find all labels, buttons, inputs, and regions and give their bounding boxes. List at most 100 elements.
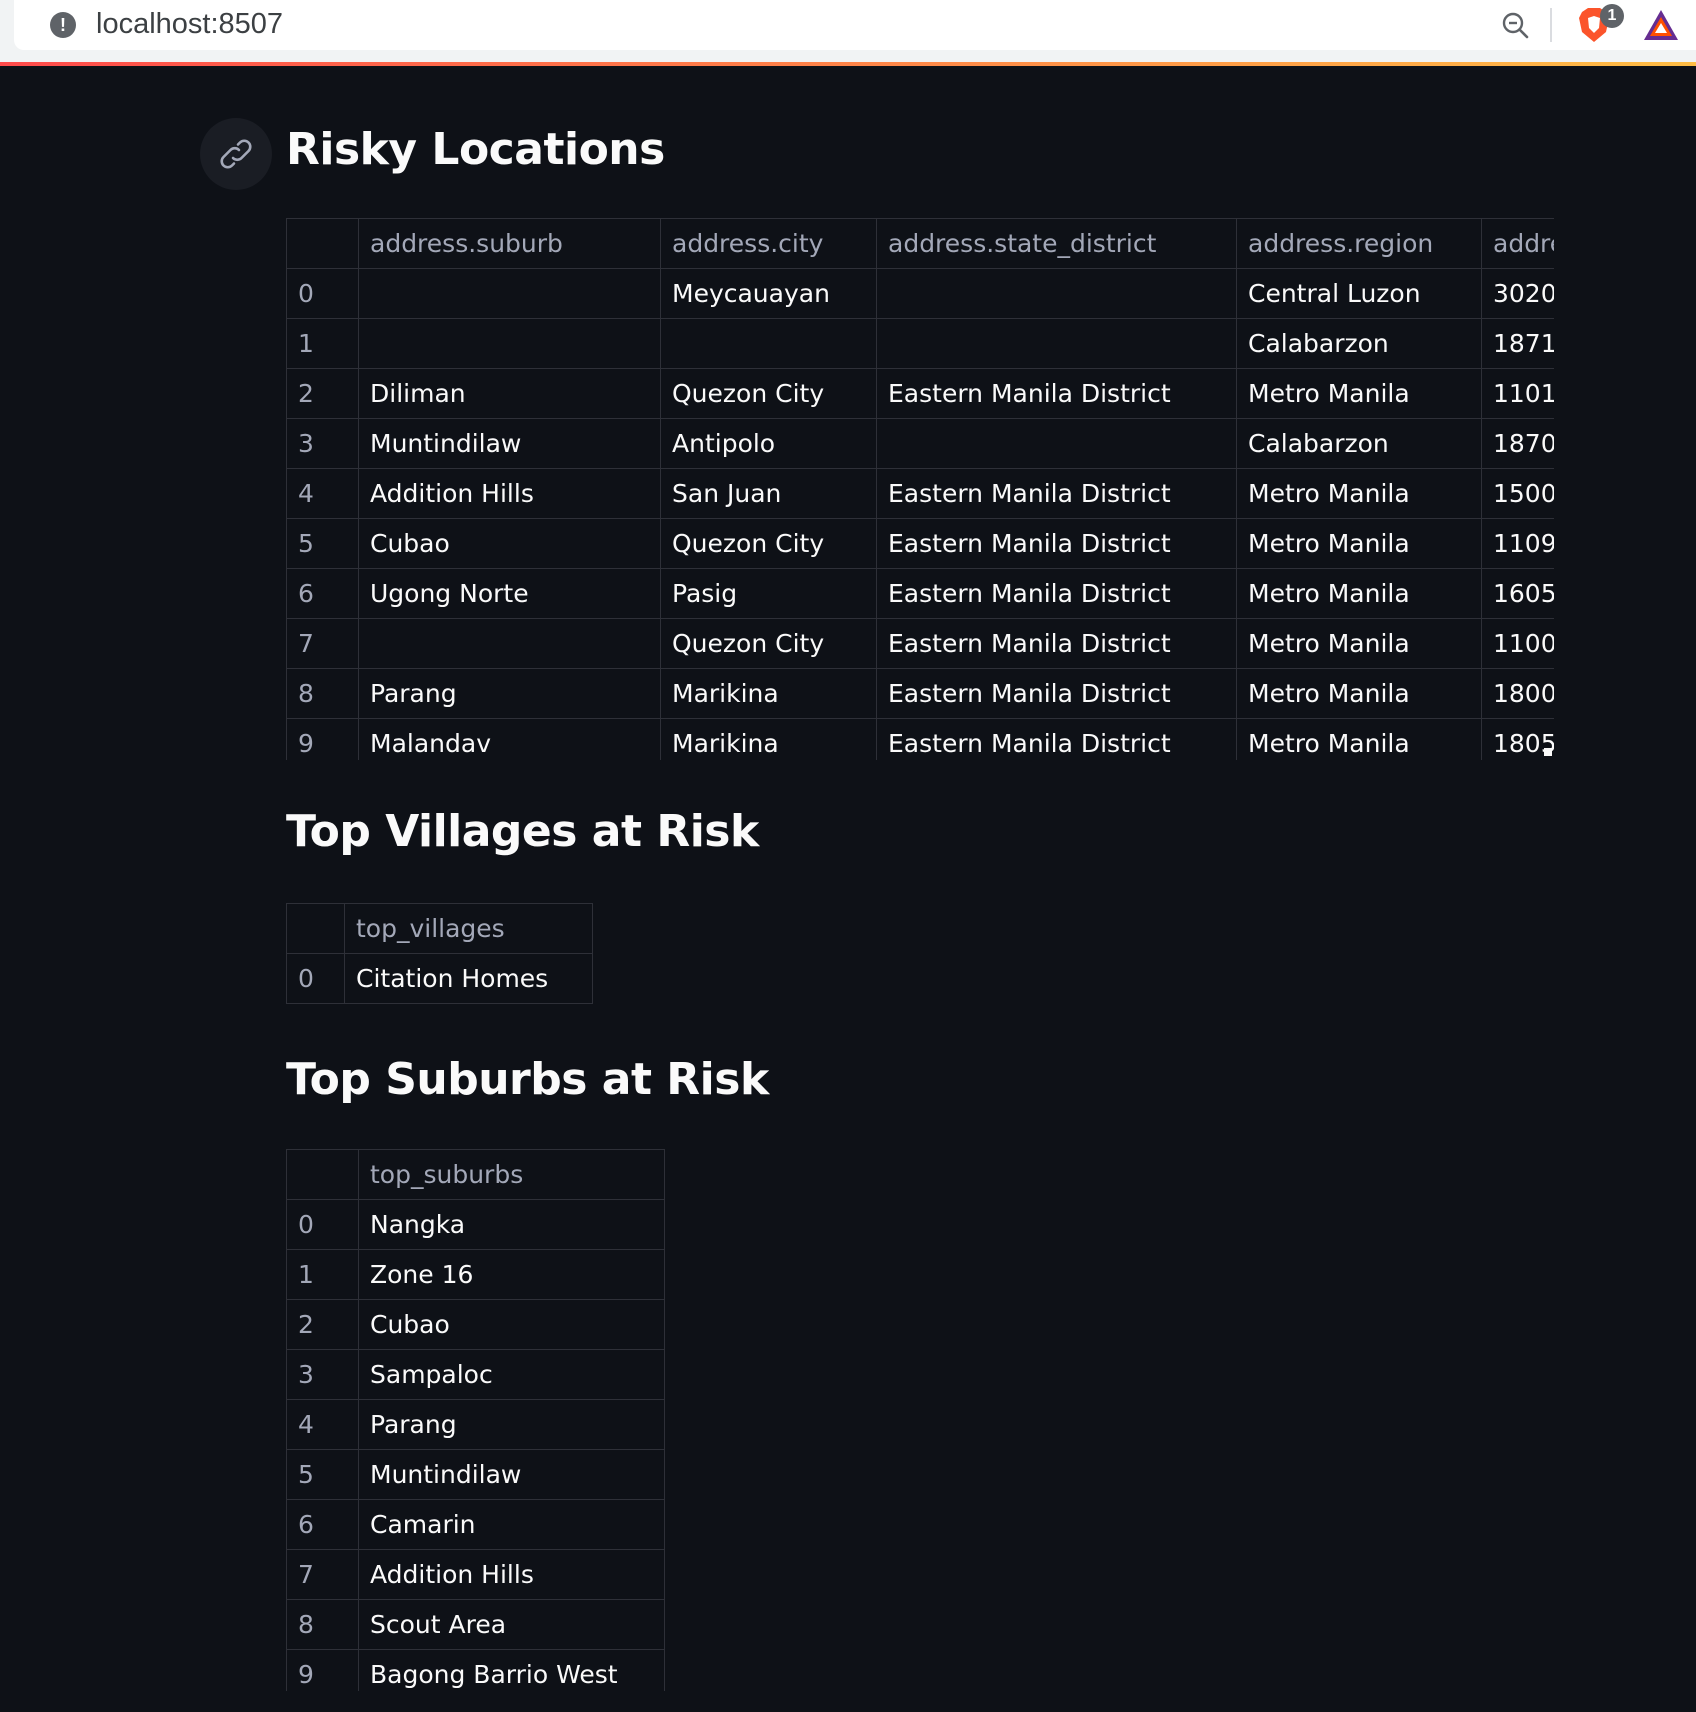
- table-cell[interactable]: Ugong Norte: [358, 568, 661, 619]
- table-cell[interactable]: [358, 618, 661, 669]
- row-index[interactable]: 6: [286, 1499, 359, 1550]
- table-cell[interactable]: Cubao: [358, 1299, 665, 1350]
- table-row[interactable]: 5 Muntindilaw: [286, 1449, 665, 1500]
- table-scrollbar-handle[interactable]: [1544, 748, 1552, 756]
- row-index[interactable]: 5: [286, 1449, 359, 1500]
- table-cell[interactable]: Central Luzon: [1236, 268, 1482, 319]
- table-cell[interactable]: San Juan: [660, 468, 877, 519]
- table-cell[interactable]: Marikina: [660, 668, 877, 719]
- table-row[interactable]: 0 Nangka: [286, 1199, 665, 1250]
- risky-locations-table[interactable]: address.suburb address.city address.stat…: [286, 218, 1554, 760]
- table-cell[interactable]: [358, 318, 661, 369]
- top-suburbs-table[interactable]: top_suburbs 0 Nangka 1 Zone 16 2 Cubao 3 Sampal…: [286, 1149, 666, 1691]
- table-cell[interactable]: Eastern Manila District: [876, 468, 1237, 519]
- table-cell[interactable]: Quezon City: [660, 518, 877, 569]
- table-cell[interactable]: 1101: [1481, 368, 1554, 419]
- table-cell[interactable]: 1870: [1481, 418, 1554, 469]
- row-index[interactable]: 4: [286, 1399, 359, 1450]
- table-cell[interactable]: Metro Manila: [1236, 568, 1482, 619]
- table-cell[interactable]: Metro Manila: [1236, 368, 1482, 419]
- row-index[interactable]: 8: [286, 1599, 359, 1650]
- table-cell[interactable]: Eastern Manila District: [876, 718, 1237, 760]
- table-cell[interactable]: Scout Area: [358, 1599, 665, 1650]
- row-index[interactable]: 1: [286, 318, 359, 369]
- table-cell[interactable]: Malandav: [358, 718, 661, 760]
- table-row[interactable]: 0 Citation Homes: [286, 953, 593, 1004]
- table-cell[interactable]: 1109: [1481, 518, 1554, 569]
- table-row[interactable]: 6 Ugong Norte Pasig Eastern Manila District…: [286, 568, 1554, 619]
- table-cell[interactable]: Eastern Manila District: [876, 368, 1237, 419]
- table-cell[interactable]: Parang: [358, 668, 661, 719]
- table-row[interactable]: 6 Camarin: [286, 1499, 665, 1550]
- table-cell[interactable]: 1800: [1481, 668, 1554, 719]
- table-row[interactable]: 8 Scout Area: [286, 1599, 665, 1650]
- table-row[interactable]: 1 Zone 16: [286, 1249, 665, 1300]
- table-cell[interactable]: [876, 418, 1237, 469]
- table-row[interactable]: 5 Cubao Quezon City Eastern Manila District…: [286, 518, 1554, 569]
- table-cell[interactable]: Addition Hills: [358, 468, 661, 519]
- column-header-top-suburbs[interactable]: top_suburbs: [358, 1149, 665, 1200]
- url-text[interactable]: localhost:8507: [96, 8, 283, 41]
- table-cell[interactable]: Nangka: [358, 1199, 665, 1250]
- table-cell[interactable]: Cubao: [358, 518, 661, 569]
- table-row[interactable]: 4 Addition Hills San Juan Eastern Manila Di…: [286, 468, 1554, 519]
- row-index[interactable]: 2: [286, 368, 359, 419]
- table-row[interactable]: 3 Sampaloc: [286, 1349, 665, 1400]
- zoom-out-icon[interactable]: [1500, 10, 1530, 40]
- table-cell[interactable]: Muntindilaw: [358, 418, 661, 469]
- table-cell[interactable]: [876, 268, 1237, 319]
- row-index[interactable]: 8: [286, 668, 359, 719]
- row-index[interactable]: 2: [286, 1299, 359, 1350]
- column-header-state-district[interactable]: address.state_district: [876, 218, 1237, 269]
- column-header-postcode[interactable]: addre: [1481, 218, 1554, 269]
- row-index[interactable]: 7: [286, 1549, 359, 1600]
- table-cell[interactable]: 3020: [1481, 268, 1554, 319]
- table-cell[interactable]: Calabarzon: [1236, 418, 1482, 469]
- table-cell[interactable]: Zone 16: [358, 1249, 665, 1300]
- table-cell[interactable]: Pasig: [660, 568, 877, 619]
- table-row[interactable]: 2 Diliman Quezon City Eastern Manila Distri…: [286, 368, 1554, 419]
- table-cell[interactable]: Metro Manila: [1236, 718, 1482, 760]
- row-index[interactable]: 6: [286, 568, 359, 619]
- table-row[interactable]: 7 Quezon City Eastern Manila District Metro…: [286, 618, 1554, 669]
- top-villages-table[interactable]: top_villages 0 Citation Homes: [286, 903, 593, 1004]
- table-cell[interactable]: Calabarzon: [1236, 318, 1482, 369]
- table-cell[interactable]: Bagong Barrio West: [358, 1649, 665, 1691]
- table-cell[interactable]: Metro Manila: [1236, 518, 1482, 569]
- address-bar[interactable]: ! localhost:8507: [14, 0, 1696, 50]
- row-index[interactable]: 5: [286, 518, 359, 569]
- table-cell[interactable]: 1500: [1481, 468, 1554, 519]
- table-row[interactable]: 2 Cubao: [286, 1299, 665, 1350]
- table-cell[interactable]: Quezon City: [660, 368, 877, 419]
- site-info-icon[interactable]: !: [50, 12, 76, 38]
- table-cell[interactable]: Eastern Manila District: [876, 518, 1237, 569]
- table-cell[interactable]: Sampaloc: [358, 1349, 665, 1400]
- table-cell[interactable]: Meycauayan: [660, 268, 877, 319]
- row-index[interactable]: 7: [286, 618, 359, 669]
- table-row[interactable]: 4 Parang: [286, 1399, 665, 1450]
- brave-rewards-icon[interactable]: [1642, 8, 1680, 42]
- table-cell[interactable]: Metro Manila: [1236, 618, 1482, 669]
- column-header-city[interactable]: address.city: [660, 218, 877, 269]
- table-cell[interactable]: Quezon City: [660, 618, 877, 669]
- table-cell[interactable]: Citation Homes: [344, 953, 593, 1004]
- table-cell[interactable]: Diliman: [358, 368, 661, 419]
- table-cell[interactable]: Metro Manila: [1236, 468, 1482, 519]
- table-cell[interactable]: Antipolo: [660, 418, 877, 469]
- row-index[interactable]: 3: [286, 418, 359, 469]
- table-cell[interactable]: Eastern Manila District: [876, 618, 1237, 669]
- table-cell[interactable]: 1100: [1481, 618, 1554, 669]
- table-cell[interactable]: Eastern Manila District: [876, 668, 1237, 719]
- table-cell[interactable]: 1871: [1481, 318, 1554, 369]
- row-index[interactable]: 0: [286, 1199, 359, 1250]
- column-header-top-villages[interactable]: top_villages: [344, 903, 593, 954]
- table-cell[interactable]: Metro Manila: [1236, 668, 1482, 719]
- table-row[interactable]: 9 Malandav Marikina Eastern Manila District…: [286, 718, 1554, 760]
- table-cell[interactable]: [358, 268, 661, 319]
- column-header-region[interactable]: address.region: [1236, 218, 1482, 269]
- table-cell[interactable]: Parang: [358, 1399, 665, 1450]
- table-cell[interactable]: Eastern Manila District: [876, 568, 1237, 619]
- row-index[interactable]: 1: [286, 1249, 359, 1300]
- table-cell[interactable]: [660, 318, 877, 369]
- table-cell[interactable]: Muntindilaw: [358, 1449, 665, 1500]
